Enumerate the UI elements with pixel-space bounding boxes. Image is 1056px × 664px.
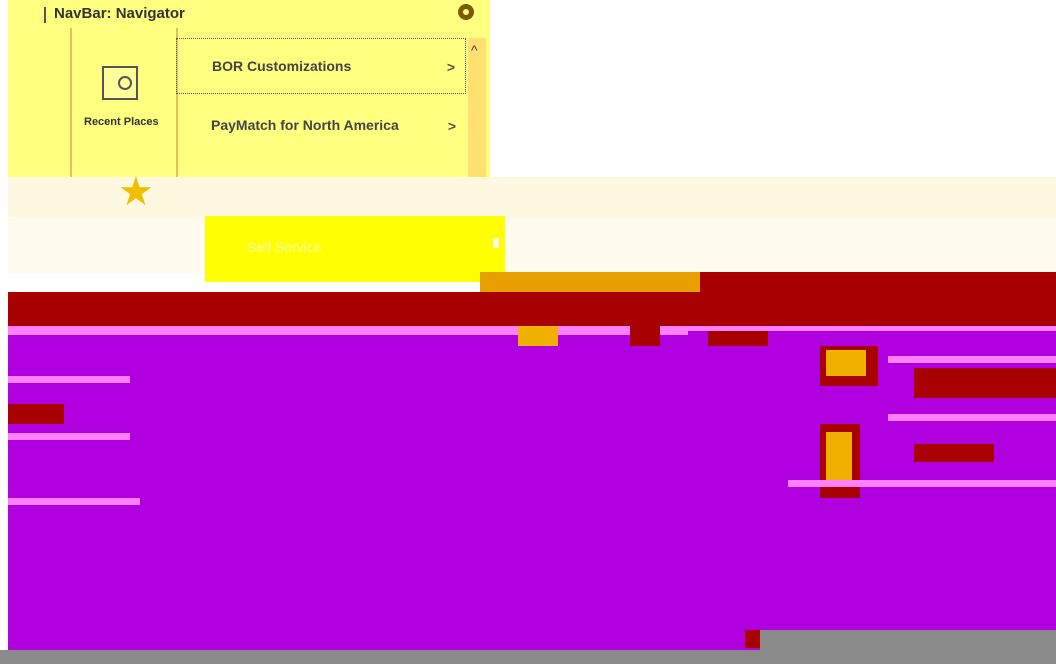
menu-item-paymatch[interactable]: PayMatch for North America > xyxy=(176,98,466,154)
menu-item-bor-customizations[interactable]: BOR Customizations > xyxy=(176,38,466,94)
pink-divider xyxy=(788,480,1056,487)
recent-places-icon[interactable] xyxy=(102,66,138,100)
pale-row xyxy=(8,217,1056,273)
navbar-sidebar: Recent Places xyxy=(70,28,178,177)
navbar-scrollbar[interactable]: ^ xyxy=(468,38,486,177)
gold-highlight xyxy=(480,272,700,292)
main-area xyxy=(8,326,1056,650)
menu-item-label: PayMatch for North America xyxy=(211,117,399,133)
navbar-panel: NavBar: Navigator Recent Places BOR Cust… xyxy=(8,0,490,177)
gear-icon[interactable] xyxy=(458,4,474,20)
self-service-label: Self Service xyxy=(247,239,322,255)
title-divider xyxy=(44,7,46,23)
menu-item-label: BOR Customizations xyxy=(212,58,352,74)
chevron-right-icon: > xyxy=(447,118,456,134)
recent-places-label[interactable]: Recent Places xyxy=(84,116,159,128)
navbar-title-bar: NavBar: Navigator xyxy=(8,0,490,28)
pink-divider xyxy=(888,414,1056,421)
pink-strip xyxy=(688,326,1056,331)
pink-strip xyxy=(8,326,688,335)
dark-block xyxy=(914,368,1056,398)
dark-block xyxy=(914,444,994,462)
bottom-bar xyxy=(0,650,1056,664)
chevron-right-icon: > xyxy=(446,59,455,75)
dark-block xyxy=(8,404,64,424)
pink-divider xyxy=(8,498,140,505)
pale-strip xyxy=(8,177,1056,217)
pink-divider xyxy=(8,376,130,383)
red-band xyxy=(8,292,1056,326)
pink-divider xyxy=(8,433,130,440)
gold-block xyxy=(826,350,866,376)
chevron-up-icon[interactable]: ^ xyxy=(471,42,478,58)
self-service-item[interactable]: Self Service xyxy=(205,216,505,282)
dark-block xyxy=(630,326,660,346)
navbar-title: NavBar: Navigator xyxy=(54,5,185,22)
gold-block xyxy=(826,432,852,486)
pink-divider xyxy=(888,356,1056,363)
bottom-gray xyxy=(760,630,1056,650)
star-icon[interactable]: ★ xyxy=(118,172,154,212)
gold-block xyxy=(518,326,558,346)
scroll-handle[interactable] xyxy=(493,238,499,248)
